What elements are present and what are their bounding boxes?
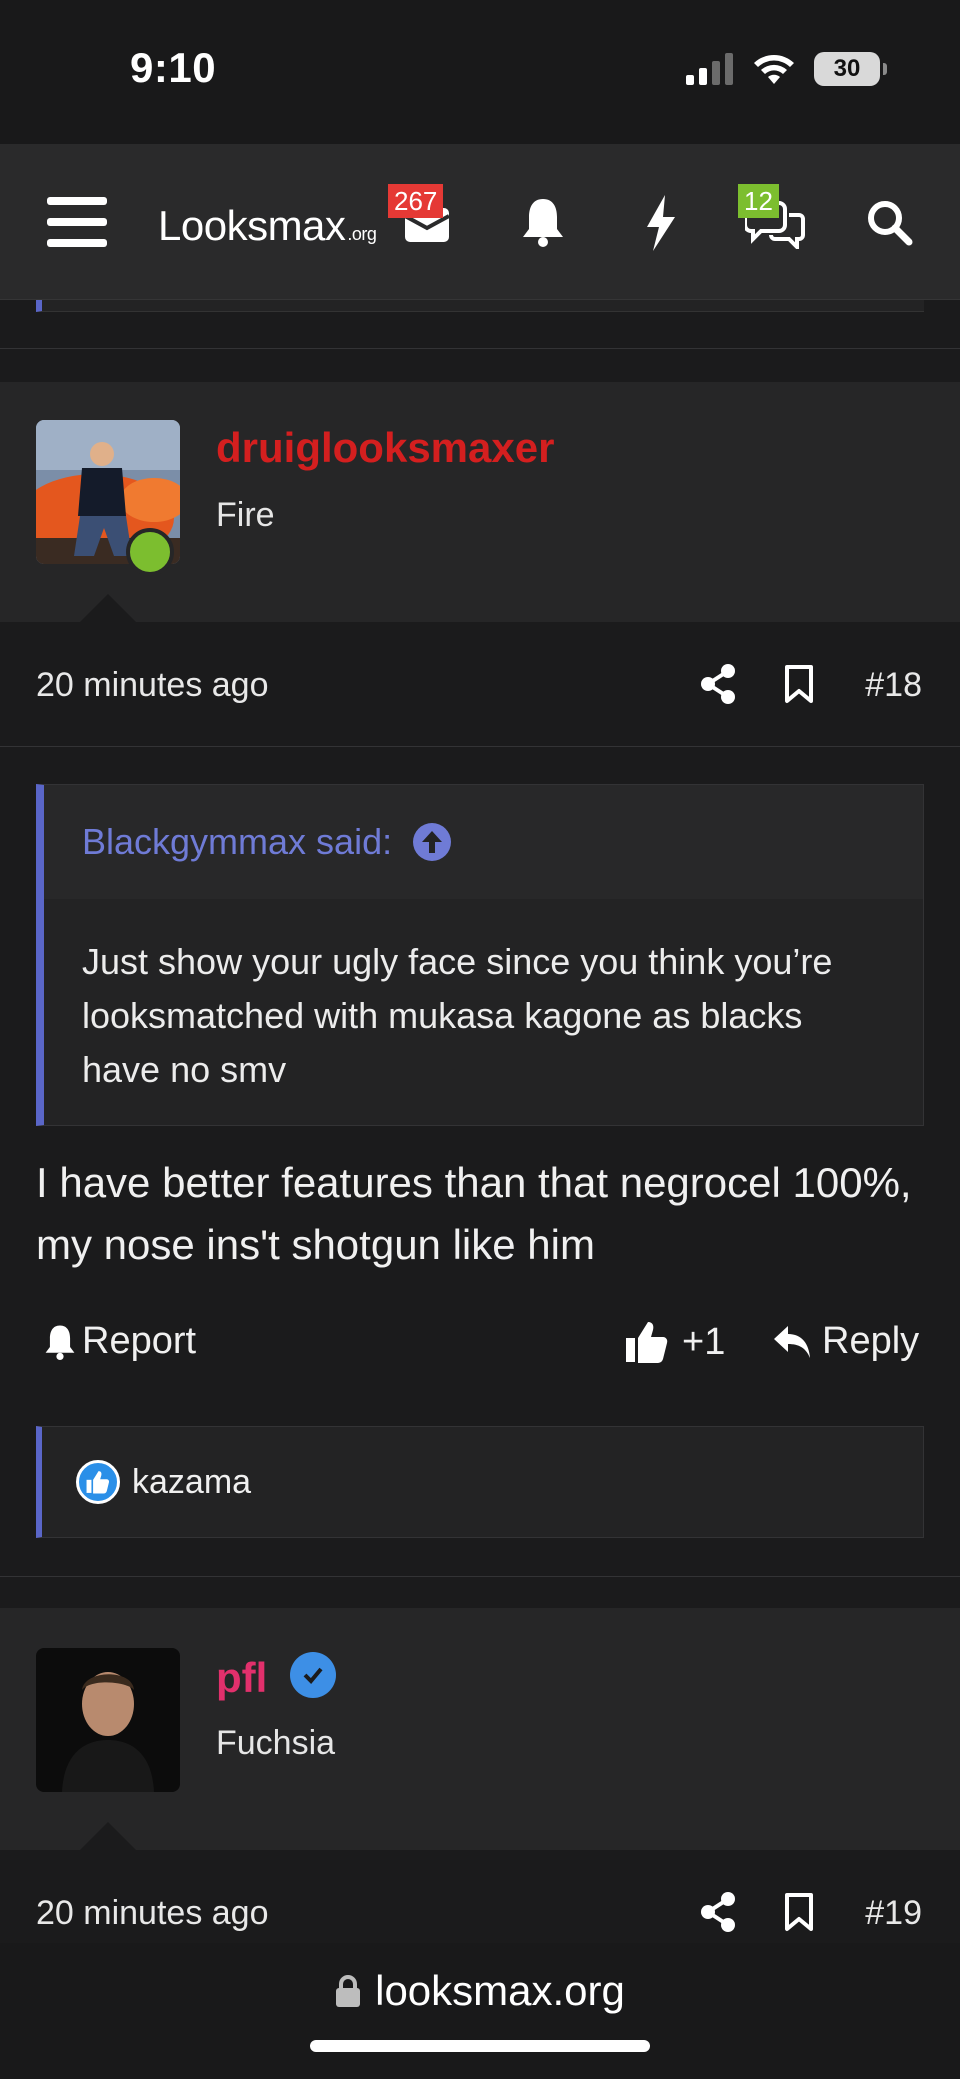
verified-badge-icon: [290, 1652, 336, 1698]
inbox-badge: 267: [388, 184, 444, 218]
post-18-user-title: Fire: [216, 496, 275, 534]
search-icon: [868, 201, 913, 246]
post-19-username[interactable]: pfl: [216, 1654, 267, 1702]
status-icons: 30: [686, 52, 887, 86]
logo-text: Looksmax: [158, 202, 346, 249]
wifi-icon: [754, 55, 794, 84]
home-indicator[interactable]: [310, 2040, 650, 2052]
bell-icon: [45, 1324, 75, 1360]
thread-content: druiglooksmaxer Fire 20 minutes ago #18 …: [0, 300, 960, 1943]
browser-bottom-bar: looksmax.org: [0, 1943, 960, 2079]
post-19-user-title: Fuchsia: [216, 1724, 336, 1762]
bookmark-icon[interactable]: [784, 1892, 814, 1932]
url-text: looksmax.org: [375, 1967, 625, 2014]
avatar-image: [36, 1648, 180, 1792]
header-pointer: [80, 594, 136, 622]
like-count: +1: [682, 1320, 726, 1363]
post-18-reactions[interactable]: kazama: [36, 1426, 924, 1538]
post-18-quote: Blackgymmax said: Just show your ugly fa…: [36, 784, 924, 1126]
thumbs-up-icon: [626, 1322, 668, 1363]
like-button[interactable]: +1: [626, 1320, 725, 1364]
post-18-number[interactable]: #18: [865, 666, 922, 705]
quote-text: Just show your ugly face since you think…: [82, 941, 833, 1090]
post-19-meta: 20 minutes ago #19: [0, 1888, 960, 1943]
divider: [0, 1576, 960, 1577]
site-logo[interactable]: Looksmax .org: [158, 202, 377, 250]
report-button[interactable]: Report: [44, 1320, 196, 1363]
report-label: Report: [82, 1320, 197, 1362]
search-button[interactable]: [864, 196, 914, 248]
online-status-indicator: [126, 528, 174, 576]
whats-new-button[interactable]: [636, 192, 686, 254]
top-navbar: Looksmax .org 267 12: [0, 144, 960, 300]
post-19-date[interactable]: 20 minutes ago: [36, 1894, 269, 1933]
post-18-username[interactable]: druiglooksmaxer: [216, 424, 554, 472]
signal-icon: [686, 53, 733, 85]
post-18-actions: Report +1 Reply: [0, 1320, 960, 1380]
post-18-body: I have better features than that negroce…: [36, 1159, 912, 1268]
conversations-badge: 12: [738, 184, 779, 218]
like-reaction-icon: [76, 1460, 120, 1504]
reply-button[interactable]: Reply: [772, 1320, 919, 1363]
share-icon[interactable]: [700, 1892, 736, 1932]
menu-button[interactable]: [46, 194, 108, 250]
quote-header: Blackgymmax said:: [44, 785, 923, 899]
post-18-header: druiglooksmaxer Fire: [0, 382, 960, 622]
bell-icon: [523, 199, 563, 247]
divider: [0, 348, 960, 349]
post-18-date[interactable]: 20 minutes ago: [36, 666, 269, 705]
status-time: 9:10: [130, 44, 217, 91]
avatar-pfl[interactable]: [36, 1648, 180, 1792]
logo-suffix: .org: [347, 224, 377, 244]
bookmark-icon[interactable]: [784, 664, 814, 704]
divider: [0, 746, 960, 747]
lock-icon: [336, 1975, 361, 2007]
share-icon[interactable]: [700, 664, 736, 704]
battery-indicator: 30: [814, 52, 887, 86]
alerts-button[interactable]: [518, 192, 568, 252]
post-19-number[interactable]: #19: [865, 1894, 922, 1933]
previous-quote-tail: [36, 300, 924, 312]
header-pointer: [80, 1822, 136, 1850]
post-19-header: pfl Fuchsia: [0, 1608, 960, 1850]
address-bar[interactable]: looksmax.org: [0, 1967, 960, 2015]
reply-label: Reply: [822, 1320, 920, 1362]
jump-to-quote-icon[interactable]: [412, 822, 452, 862]
post-18-meta: 20 minutes ago #18: [0, 660, 960, 716]
reaction-user[interactable]: kazama: [132, 1463, 251, 1502]
reply-icon: [774, 1325, 810, 1358]
lightning-icon: [647, 195, 675, 251]
status-bar: 9:10 30: [0, 0, 960, 144]
quote-author[interactable]: Blackgymmax said:: [82, 821, 392, 863]
menu-icon: [47, 197, 107, 247]
